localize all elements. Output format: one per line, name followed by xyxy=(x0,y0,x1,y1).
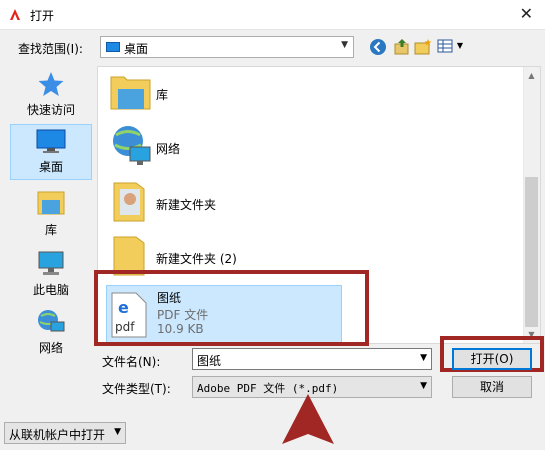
place-library[interactable]: 库 xyxy=(10,186,92,242)
list-item[interactable]: 库 xyxy=(106,69,436,121)
list-item[interactable]: 新建文件夹 xyxy=(106,179,436,231)
open-from-online-dropdown[interactable]: 从联机帐户中打开 ▼ xyxy=(4,422,126,444)
network-icon xyxy=(113,126,151,165)
filename-label: 文件名(N): xyxy=(102,355,161,369)
title-bar: 打开 ✕ xyxy=(0,0,545,30)
network-icon xyxy=(38,310,65,332)
place-this-pc[interactable]: 此电脑 xyxy=(10,246,92,302)
back-button[interactable] xyxy=(369,38,387,56)
chevron-down-icon[interactable]: ▼ xyxy=(420,353,427,363)
scroll-up-icon[interactable]: ▲ xyxy=(523,67,540,84)
list-item[interactable]: 网络 xyxy=(106,123,436,175)
scroll-thumb[interactable] xyxy=(525,177,538,327)
place-quick-access[interactable]: 快速访问 xyxy=(10,66,92,122)
cancel-button[interactable]: 取消 xyxy=(452,376,532,398)
place-label: 网络 xyxy=(38,341,63,355)
up-folder-button[interactable] xyxy=(393,38,411,56)
place-label: 库 xyxy=(44,223,57,237)
window-title: 打开 xyxy=(30,9,55,23)
place-label: 桌面 xyxy=(38,160,63,174)
place-network[interactable]: 网络 xyxy=(10,304,92,360)
close-button[interactable]: ✕ xyxy=(520,4,533,23)
new-folder-button[interactable] xyxy=(414,38,432,56)
filetype-label: 文件类型(T): xyxy=(102,382,171,396)
chevron-down-icon: ▼ xyxy=(341,40,348,50)
star-icon xyxy=(38,72,64,96)
lookin-label: 查找范围(I): xyxy=(18,42,83,56)
view-grid-icon xyxy=(437,39,453,53)
highlight-selected-file xyxy=(94,270,369,346)
library-icon xyxy=(37,191,65,215)
desktop-icon xyxy=(106,42,120,52)
chevron-down-icon: ▼ xyxy=(420,381,427,391)
folder-icon xyxy=(113,182,145,222)
file-name: 库 xyxy=(156,88,169,102)
open-button[interactable]: 打开(O) xyxy=(452,348,532,370)
vertical-scrollbar[interactable]: ▲ ▼ xyxy=(523,67,540,343)
library-icon xyxy=(110,76,151,110)
lookin-value: 桌面 xyxy=(124,42,149,56)
filename-input[interactable]: 图纸 ▼ xyxy=(192,348,432,370)
lookin-dropdown[interactable]: 桌面 ▼ xyxy=(100,36,354,58)
view-menu-button[interactable]: ▼ xyxy=(437,38,463,56)
file-name: 新建文件夹 (2) xyxy=(156,252,237,266)
computer-icon xyxy=(38,251,64,275)
chevron-down-icon: ▼ xyxy=(456,41,463,50)
place-label: 快速访问 xyxy=(26,103,75,117)
file-name: 网络 xyxy=(156,142,181,156)
online-label: 从联机帐户中打开 xyxy=(9,428,106,442)
acrobat-icon xyxy=(8,7,22,23)
place-desktop[interactable]: 桌面 xyxy=(10,124,92,180)
arrow-up-icon xyxy=(282,394,334,444)
file-name: 新建文件夹 xyxy=(156,198,217,212)
place-label: 此电脑 xyxy=(32,283,69,297)
places-bar: 快速访问 桌面 库 此电脑 网络 xyxy=(8,66,94,366)
filename-value: 图纸 xyxy=(197,354,222,368)
desktop-icon xyxy=(36,129,66,153)
chevron-down-icon: ▼ xyxy=(114,427,121,437)
